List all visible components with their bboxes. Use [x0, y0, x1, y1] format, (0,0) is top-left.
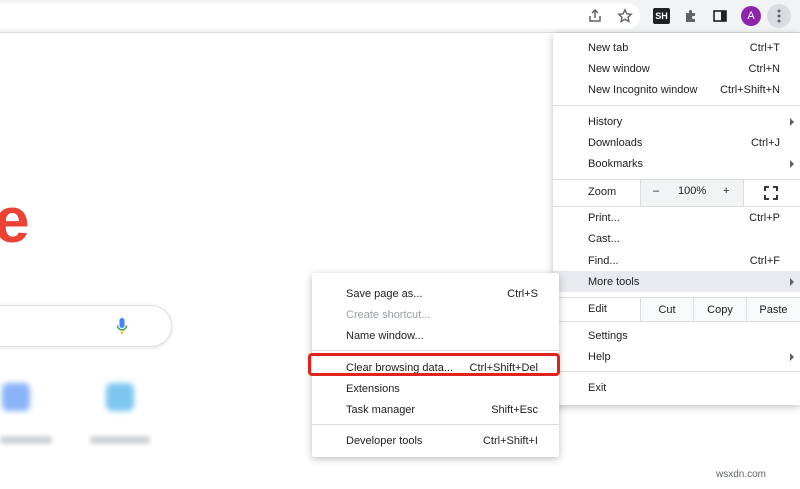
menu-item-history[interactable]: History	[553, 111, 800, 132]
menu-item-downloads[interactable]: Downloads Ctrl+J	[553, 132, 800, 153]
menu-item-label: New Incognito window	[588, 83, 698, 96]
profile-avatar[interactable]: A	[741, 6, 761, 26]
zoom-label: Zoom	[588, 186, 617, 198]
zoom-out-button[interactable]: –	[653, 185, 659, 197]
submenu-item-name-window[interactable]: Name window...	[312, 325, 559, 346]
menu-separator	[553, 371, 800, 372]
more-tools-submenu: Save page as... Ctrl+S Create shortcut..…	[308, 273, 560, 457]
cut-button[interactable]: Cut	[640, 298, 693, 321]
menu-item-label: Exit	[588, 381, 607, 394]
menu-item-label: Save page as...	[346, 287, 423, 300]
menu-item-label: More tools	[588, 275, 640, 288]
menu-item-label: Cast...	[588, 232, 620, 245]
shortcut-tile-icon[interactable]	[2, 383, 30, 411]
menu-item-label: Find...	[588, 254, 619, 267]
menu-item-shortcut: Ctrl+S	[507, 287, 538, 300]
menu-item-new-incognito-window[interactable]: New Incognito window Ctrl+Shift+N	[553, 79, 800, 100]
menu-separator	[312, 350, 559, 351]
more-menu-icon[interactable]	[767, 4, 791, 28]
search-box[interactable]	[0, 305, 172, 347]
submenu-item-developer-tools[interactable]: Developer tools Ctrl+Shift+I	[312, 430, 559, 451]
menu-item-label: Task manager	[346, 403, 416, 416]
menu-item-label: Name window...	[346, 329, 424, 342]
menu-separator	[553, 321, 800, 322]
menu-item-label: Print...	[588, 211, 620, 224]
submenu-arrow-icon	[790, 352, 794, 361]
menu-edit-row: Edit Cut Copy Paste	[553, 298, 800, 321]
sh-extension-icon[interactable]: SH	[653, 8, 670, 24]
menu-item-shortcut: Ctrl+Shift+I	[482, 434, 538, 447]
share-icon[interactable]	[584, 5, 606, 27]
menu-item-label: Bookmarks	[588, 157, 644, 170]
highlight-annotation	[308, 353, 560, 376]
fullscreen-icon[interactable]	[764, 186, 778, 203]
submenu-item-extensions[interactable]: Extensions	[312, 378, 559, 399]
puzzle-extensions-icon[interactable]	[680, 5, 702, 27]
submenu-arrow-icon	[790, 117, 794, 126]
address-bar[interactable]	[0, 3, 640, 29]
menu-item-bookmarks[interactable]: Bookmarks	[553, 153, 800, 174]
watermark: wsxdn.com	[716, 469, 767, 480]
menu-item-label: Extensions	[346, 382, 400, 395]
menu-item-shortcut: Ctrl+Shift+N	[720, 83, 780, 96]
submenu-item-task-manager[interactable]: Task manager Shift+Esc	[312, 399, 559, 420]
menu-item-print[interactable]: Print... Ctrl+P	[553, 207, 800, 228]
menu-item-more-tools[interactable]: More tools	[553, 271, 800, 292]
shortcut-label	[90, 436, 150, 444]
shortcut-label	[0, 436, 52, 444]
zoom-level: 100%	[678, 185, 707, 197]
chrome-main-menu: New tab Ctrl+T New window Ctrl+N New Inc…	[553, 33, 800, 405]
zoom-controls: – 100% +	[640, 180, 744, 206]
microphone-icon[interactable]	[116, 317, 128, 338]
google-logo-fragment: e	[0, 184, 30, 256]
menu-item-label: New tab	[588, 41, 629, 54]
menu-item-shortcut: Ctrl+T	[749, 41, 780, 54]
menu-item-label: Developer tools	[346, 434, 423, 447]
menu-item-help[interactable]: Help	[553, 346, 800, 367]
menu-item-label: Help	[588, 350, 611, 363]
star-icon[interactable]	[614, 5, 636, 27]
paste-button[interactable]: Paste	[746, 298, 800, 321]
side-panel-icon[interactable]	[709, 5, 731, 27]
menu-item-exit[interactable]: Exit	[553, 377, 800, 398]
menu-item-shortcut: Ctrl+N	[748, 62, 780, 75]
menu-item-shortcut: Shift+Esc	[491, 403, 538, 416]
menu-item-new-window[interactable]: New window Ctrl+N	[553, 58, 800, 79]
menu-separator	[553, 105, 800, 106]
menu-item-settings[interactable]: Settings	[553, 325, 800, 346]
submenu-arrow-icon	[790, 159, 794, 168]
menu-separator	[312, 424, 559, 425]
menu-item-label: New window	[588, 62, 650, 75]
menu-item-shortcut: Ctrl+F	[749, 254, 780, 267]
submenu-arrow-icon	[790, 277, 794, 286]
shortcut-tile-icon[interactable]	[106, 383, 134, 411]
menu-item-find[interactable]: Find... Ctrl+F	[553, 250, 800, 271]
menu-zoom-row: Zoom – 100% +	[553, 180, 800, 206]
menu-item-new-tab[interactable]: New tab Ctrl+T	[553, 37, 800, 58]
menu-item-shortcut: Ctrl+P	[749, 211, 780, 224]
menu-item-label: History	[588, 115, 623, 128]
submenu-item-save-page[interactable]: Save page as... Ctrl+S	[312, 283, 559, 304]
menu-item-label: Create shortcut...	[346, 308, 431, 321]
zoom-in-button[interactable]: +	[723, 185, 729, 197]
menu-item-cast[interactable]: Cast...	[553, 228, 800, 249]
browser-toolbar: SH A	[0, 0, 800, 33]
menu-item-shortcut: Ctrl+J	[750, 136, 780, 149]
menu-item-label: Settings	[588, 329, 628, 342]
copy-button[interactable]: Copy	[693, 298, 746, 321]
submenu-item-create-shortcut: Create shortcut...	[312, 304, 559, 325]
edit-label: Edit	[588, 303, 607, 315]
menu-item-label: Downloads	[588, 136, 643, 149]
